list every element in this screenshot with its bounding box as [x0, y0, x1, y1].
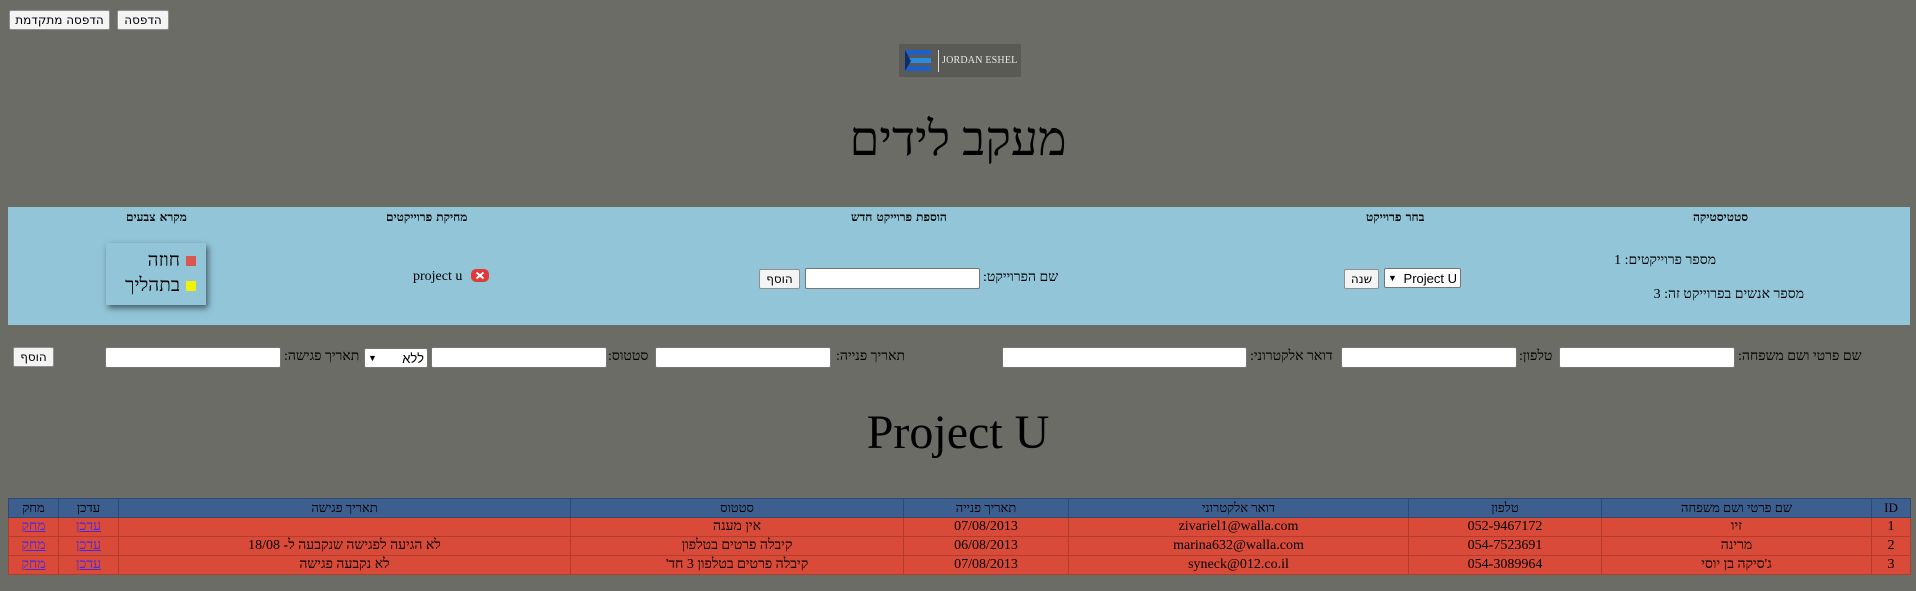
cell-update: עדכן [58, 536, 119, 556]
meeting-select[interactable]: ▼ ללא [364, 348, 428, 368]
cell-name: זיו [1601, 517, 1872, 537]
cell-id: 3 [1871, 555, 1911, 575]
lead-name-input[interactable] [1559, 347, 1735, 368]
legend-label: חוזה [147, 250, 180, 271]
project-name-label: שם הפרוייקט: [983, 270, 1059, 285]
legend-item-contract: חוזה [148, 250, 196, 272]
cell-phone: 052-9467172 [1408, 517, 1602, 537]
table-header-row: ID שם פרטי ושם משפחה טלפון דואר אלקטרוני… [8, 498, 1911, 518]
lead-status-input[interactable] [431, 347, 607, 368]
add-project-heading: הוספת פרוייקט חדש [851, 210, 947, 224]
cell-contact-date: 07/08/2013 [903, 517, 1069, 537]
table-row: 2 מרינה 054-7523691 marina632@walla.com … [8, 536, 1911, 556]
legend-swatch-yellow [186, 281, 196, 291]
lead-status-label: סטטוס: [608, 349, 649, 364]
chevron-down-icon: ▼ [1388, 273, 1397, 283]
project-item-label: project u [413, 269, 463, 284]
delete-link[interactable]: מחק [21, 557, 45, 572]
cell-status: קיבלה פרטים בטלפון 3 חד' [570, 555, 904, 575]
column-header-update: עדכן [58, 498, 119, 518]
lead-phone-input[interactable] [1341, 347, 1517, 368]
project-heading: Project U [866, 406, 1050, 459]
chevron-down-icon: ▼ [368, 353, 377, 363]
cell-delete: מחק [8, 517, 59, 537]
cell-phone: 054-7523691 [1408, 536, 1602, 556]
column-header-delete: מחק [8, 498, 59, 518]
table-row: 3 ג'סיקה בן יוסי 054-3089964 syneck@012.… [8, 555, 1911, 575]
people-count-value: 3 [1653, 287, 1661, 302]
cell-id: 2 [1871, 536, 1911, 556]
page-title: מעקב לידים [849, 113, 1067, 166]
people-count-label: מספר אנשים בפרוייקט זה: [1664, 287, 1804, 302]
cell-meeting [118, 517, 571, 537]
cell-delete: מחק [8, 555, 59, 575]
project-count-value: 1 [1614, 253, 1622, 268]
add-lead-button[interactable]: הוסף [13, 347, 54, 367]
column-header-meeting-date: תאריך פגישה [118, 498, 571, 518]
project-select[interactable]: ▼ Project U [1384, 268, 1461, 288]
column-header-contact-date: תאריך פנייה [903, 498, 1069, 518]
cell-meeting: לא נקבעה פגישה [118, 555, 571, 575]
project-count-stat: מספר פרוייקטים: 1 [1614, 253, 1716, 269]
cell-status: קיבלה פרטים בטלפון [570, 536, 904, 556]
column-header-phone: טלפון [1408, 498, 1602, 518]
cell-name: מרינה [1601, 536, 1872, 556]
cell-contact-date: 06/08/2013 [903, 536, 1069, 556]
delete-link[interactable]: מחק [21, 538, 45, 553]
column-header-id: ID [1871, 498, 1911, 518]
advanced-print-button[interactable]: הדפסה מתקדמת [9, 10, 110, 30]
cell-email: syneck@012.co.il [1068, 555, 1409, 575]
legend-label: בתהליך [125, 275, 180, 296]
lead-name-label: שם פרטי ושם משפחה: [1738, 349, 1862, 364]
logo-text: JORDAN ESHEL [942, 55, 1018, 66]
logo-emblem-icon [905, 49, 931, 71]
lead-email-label: דואר אלקטרוני: [1250, 349, 1333, 364]
lead-meeting-date-input[interactable] [105, 347, 281, 368]
leads-table: ID שם פרטי ושם משפחה טלפון דואר אלקטרוני… [8, 498, 1911, 575]
column-header-email: דואר אלקטרוני [1068, 498, 1409, 518]
cell-update: עדכן [58, 517, 119, 537]
table-row: 1 זיו 052-9467172 zivariel1@walla.com 07… [8, 517, 1911, 537]
update-link[interactable]: עדכן [76, 519, 101, 534]
lead-email-input[interactable] [1002, 347, 1247, 368]
cell-contact-date: 07/08/2013 [903, 555, 1069, 575]
meeting-select-value: ללא [402, 350, 424, 366]
lead-contact-date-input[interactable] [655, 347, 831, 368]
choose-project-heading: בחר פרוייקט [1366, 210, 1425, 224]
print-button[interactable]: הדפסה [117, 10, 169, 30]
company-logo: JORDAN ESHEL [899, 44, 1021, 77]
cell-email: zivariel1@walla.com [1068, 517, 1409, 537]
project-name-input[interactable] [805, 268, 980, 289]
cell-update: עדכן [58, 555, 119, 575]
cell-name: ג'סיקה בן יוסי [1601, 555, 1872, 575]
delete-link[interactable]: מחק [21, 519, 45, 534]
people-count-stat: מספר אנשים בפרוייקט זה: 3 [1654, 287, 1804, 303]
lead-phone-label: טלפון: [1519, 349, 1553, 364]
project-item-u: project u [413, 269, 462, 285]
legend-item-in-progress: בתהליך [125, 275, 196, 297]
cell-id: 1 [1871, 517, 1911, 537]
logo-divider [938, 49, 939, 72]
project-count-label: מספר פרוייקטים: [1624, 253, 1716, 268]
project-select-value: Project U [1403, 270, 1457, 286]
column-header-status: סטטוס [570, 498, 904, 518]
color-legend: חוזה בתהליך [106, 243, 206, 305]
lead-meeting-date-label: תאריך פגישה: [284, 349, 360, 364]
legend-heading: מקרא צבעים [126, 210, 187, 224]
cell-delete: מחק [8, 536, 59, 556]
cell-phone: 054-3089964 [1408, 555, 1602, 575]
delete-projects-heading: מחיקת פרוייקטים [386, 210, 468, 224]
column-header-name: שם פרטי ושם משפחה [1601, 498, 1872, 518]
legend-swatch-red [186, 256, 196, 266]
update-link[interactable]: עדכן [76, 538, 101, 553]
lead-contact-date-label: תאריך פנייה: [836, 349, 906, 364]
cell-status: אין מענה [570, 517, 904, 537]
update-link[interactable]: עדכן [76, 557, 101, 572]
cell-email: marina632@walla.com [1068, 536, 1409, 556]
change-project-button[interactable]: שנה [1344, 269, 1379, 289]
statistics-heading: סטטיסטיקה [1693, 210, 1749, 224]
cell-meeting: לא הגיעה לפגישה שנקבעה ל- 18/08 [118, 536, 571, 556]
delete-project-icon[interactable] [470, 268, 490, 283]
add-project-button[interactable]: הוסף [759, 269, 800, 289]
